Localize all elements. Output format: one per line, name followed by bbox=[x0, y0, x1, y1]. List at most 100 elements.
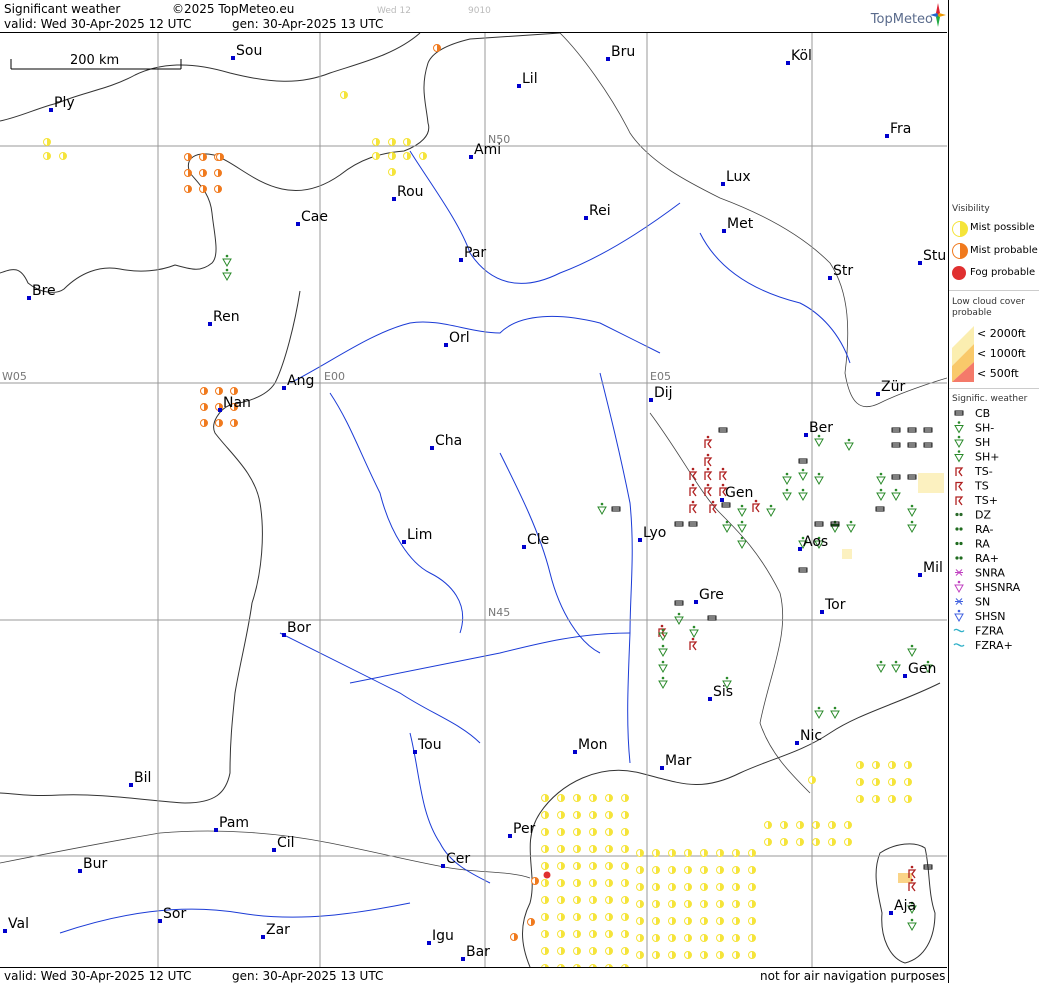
legend-panel: Visibility Mist possible Mist probable F… bbox=[948, 0, 1039, 983]
mist-symbol bbox=[59, 152, 67, 160]
mist-symbol bbox=[372, 152, 380, 160]
thunder-symbol bbox=[719, 467, 728, 481]
mist-symbol bbox=[856, 778, 864, 786]
weather-map[interactable]: N50 N45 W05 E00 E05 200 km Sou Bru KölPlyL… bbox=[0, 33, 947, 967]
mist-symbol bbox=[652, 883, 660, 891]
mist-symbol bbox=[43, 138, 51, 146]
mist-symbol bbox=[716, 900, 724, 908]
mist-symbol bbox=[856, 761, 864, 769]
mist-possible-icon bbox=[952, 221, 968, 237]
city-marker-41 bbox=[272, 848, 276, 852]
legend-weather-title: Signific. weather bbox=[952, 394, 1028, 404]
cb-symbol bbox=[707, 615, 717, 621]
mist-symbol bbox=[732, 883, 740, 891]
mist-symbol bbox=[684, 900, 692, 908]
low-cloud-patch bbox=[898, 873, 912, 883]
cb-symbol bbox=[891, 474, 901, 480]
city-marker-15 bbox=[27, 296, 31, 300]
legend-weather-fzra: FZRA bbox=[953, 625, 1004, 638]
legend-weather-snra: SNRA bbox=[955, 567, 1005, 580]
legend-weather-sh-: SH- bbox=[954, 421, 994, 435]
svg-text:TS: TS bbox=[974, 480, 989, 493]
city-label-val: Val bbox=[8, 916, 29, 932]
mist-symbol bbox=[573, 913, 581, 921]
mist-symbol bbox=[199, 153, 207, 161]
city-marker-46 bbox=[158, 919, 162, 923]
mist-symbol bbox=[433, 44, 441, 52]
mist-symbol bbox=[557, 930, 565, 938]
graticule bbox=[0, 33, 947, 967]
shower-symbol bbox=[907, 644, 917, 658]
legend-visibility-title: Visibility bbox=[952, 204, 990, 214]
mist-symbol bbox=[589, 845, 597, 853]
shower-symbol bbox=[737, 520, 747, 534]
city-marker-17 bbox=[444, 343, 448, 347]
generated-time: gen: 30-Apr-2025 13 UTC bbox=[232, 17, 384, 31]
mist-symbol bbox=[605, 845, 613, 853]
topmeteo-logo-icon bbox=[930, 3, 946, 27]
mist-symbol bbox=[700, 917, 708, 925]
valid-time: valid: Wed 30-Apr-2025 12 UTC bbox=[4, 17, 192, 31]
svg-text:SNRA: SNRA bbox=[975, 567, 1005, 580]
city-markers: Sou Bru Köl Ply Lil Fra Ami Lux Rou Cae Rei Met Par S… bbox=[3, 43, 946, 961]
thunder-symbol bbox=[704, 435, 713, 449]
mist-symbol bbox=[621, 947, 629, 955]
mist-symbol bbox=[888, 761, 896, 769]
footer-valid-time: valid: Wed 30-Apr-2025 12 UTC bbox=[4, 969, 192, 983]
mist-symbol bbox=[589, 896, 597, 904]
shower-symbol bbox=[674, 612, 684, 626]
mist-symbol bbox=[541, 794, 549, 802]
mist-symbol bbox=[748, 900, 756, 908]
city-marker-39 bbox=[129, 783, 133, 787]
mist-symbol bbox=[732, 917, 740, 925]
mist-symbol bbox=[215, 419, 223, 427]
mist-symbol bbox=[541, 879, 549, 887]
mist-symbol bbox=[184, 153, 192, 161]
cb-symbol bbox=[891, 427, 901, 433]
thunder-symbol bbox=[704, 453, 713, 467]
mist-symbol bbox=[589, 828, 597, 836]
mist-symbol bbox=[531, 877, 539, 885]
city-marker-2 bbox=[786, 61, 790, 65]
shower-symbol bbox=[658, 644, 668, 658]
mist-symbol bbox=[605, 794, 613, 802]
legend-weather-ts-: TS+ bbox=[955, 494, 998, 507]
city-marker-43 bbox=[78, 869, 82, 873]
city-marker-34 bbox=[903, 674, 907, 678]
mist-symbol bbox=[732, 866, 740, 874]
shower-symbol bbox=[891, 488, 901, 502]
mist-symbol bbox=[904, 778, 912, 786]
city-label-gen: Gen bbox=[725, 485, 753, 501]
city-marker-29 bbox=[918, 573, 922, 577]
mist-symbol bbox=[668, 900, 676, 908]
shower-symbol bbox=[876, 472, 886, 486]
city-marker-13 bbox=[918, 261, 922, 265]
city-label-sor: Sor bbox=[163, 906, 186, 922]
mist-symbol bbox=[904, 795, 912, 803]
city-marker-12 bbox=[459, 258, 463, 262]
mist-probable-icon bbox=[952, 243, 968, 259]
city-label-bur: Bur bbox=[83, 856, 107, 872]
cb-symbol bbox=[674, 600, 684, 606]
svg-text:TS-: TS- bbox=[974, 465, 993, 478]
mist-symbol bbox=[668, 951, 676, 959]
mist-symbol bbox=[573, 862, 581, 870]
mist-symbol bbox=[764, 821, 772, 829]
cb-symbol bbox=[721, 502, 731, 508]
city-marker-40 bbox=[214, 828, 218, 832]
cb-symbol bbox=[798, 567, 808, 573]
grid-label-n45: N45 bbox=[488, 606, 510, 619]
city-marker-1 bbox=[606, 57, 610, 61]
mist-symbol bbox=[541, 947, 549, 955]
city-label-bru: Bru bbox=[611, 44, 635, 60]
city-marker-9 bbox=[296, 222, 300, 226]
mist-symbol bbox=[748, 934, 756, 942]
svg-text:SH: SH bbox=[975, 436, 990, 449]
city-label-dij: Dij bbox=[654, 385, 673, 401]
city-label-orl: Orl bbox=[449, 330, 470, 346]
city-label-nan: Nan bbox=[223, 395, 251, 411]
shower-symbol bbox=[766, 504, 776, 518]
city-marker-23 bbox=[804, 433, 808, 437]
mist-symbol bbox=[732, 934, 740, 942]
cb-symbol bbox=[611, 506, 621, 512]
